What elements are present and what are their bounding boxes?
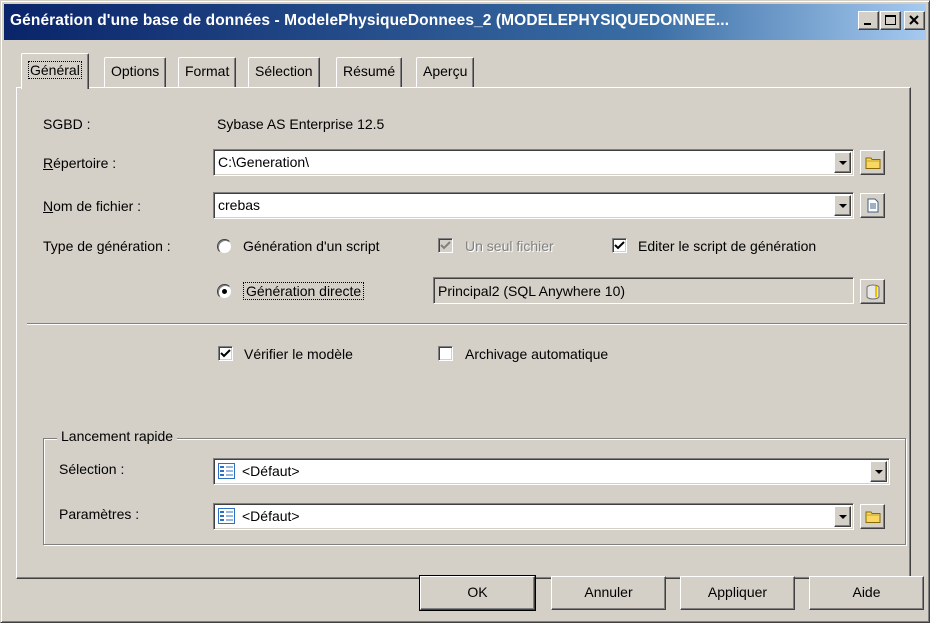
connection-value: Principal2 (SQL Anywhere 10) (438, 283, 626, 299)
folder-icon (865, 157, 881, 169)
lancement-rapide-title: Lancement rapide (57, 428, 178, 444)
nomfichier-label: Nom de fichier : (43, 198, 142, 214)
verifier-modele-checkbox[interactable] (218, 346, 233, 361)
un-seul-fichier-label: Un seul fichier (465, 238, 554, 254)
list-icon (218, 463, 235, 479)
parametres-value: <Défaut> (242, 508, 300, 524)
repertoire-label-text: épertoire : (53, 155, 117, 171)
check-icon (440, 241, 451, 250)
annuler-button[interactable]: Annuler (551, 576, 666, 610)
archivage-label: Archivage automatique (465, 346, 609, 362)
parametres-browse-button[interactable] (860, 504, 885, 529)
nomfichier-combobox[interactable]: crebas (213, 192, 854, 219)
selection-value: <Défaut> (242, 463, 300, 479)
repertoire-combobox[interactable]: C:\Generation\ (213, 149, 854, 176)
radio-generation-script[interactable] (217, 239, 232, 254)
selection-combobox[interactable]: <Défaut> (213, 458, 890, 485)
verifier-modele-label: Vérifier le modèle (244, 346, 353, 362)
appliquer-button[interactable]: Appliquer (680, 576, 795, 610)
folder-icon (865, 511, 881, 523)
ok-button[interactable]: OK (419, 575, 536, 611)
sgbd-value: Sybase AS Enterprise 12.5 (217, 116, 385, 132)
type-generation-label: Type de génération : (43, 238, 171, 254)
parametres-label: Paramètres : (59, 506, 140, 522)
repertoire-label: Répertoire : (43, 155, 117, 171)
un-seul-fichier-checkbox[interactable] (438, 238, 453, 253)
repertoire-dropdown-button[interactable] (834, 152, 851, 173)
radio-generation-directe-label[interactable]: Génération directe (243, 282, 365, 300)
repertoire-browse-button[interactable] (860, 150, 885, 175)
sgbd-label: SGBD : (43, 116, 91, 132)
separator (27, 323, 907, 325)
radio-generation-script-label[interactable]: Génération d'un script (243, 238, 380, 254)
connection-button[interactable] (860, 279, 885, 304)
connection-field: Principal2 (SQL Anywhere 10) (433, 277, 854, 304)
selection-label: Sélection : (59, 461, 125, 477)
nomfichier-label-text: om de fichier : (53, 198, 142, 214)
check-icon (614, 241, 625, 250)
aide-button[interactable]: Aide (809, 576, 924, 610)
check-icon (220, 349, 231, 358)
list-icon (218, 508, 235, 524)
nomfichier-value: crebas (218, 197, 261, 213)
editer-script-label: Editer le script de génération (638, 238, 817, 254)
repertoire-value: C:\Generation\ (218, 154, 310, 170)
parametres-combobox[interactable]: <Défaut> (213, 503, 854, 530)
editer-script-checkbox[interactable] (612, 238, 627, 253)
radio-generation-directe[interactable] (217, 284, 232, 299)
archivage-checkbox[interactable] (438, 346, 453, 361)
database-icon (866, 284, 880, 300)
dialog-window: Génération d'une base de données - Model… (0, 0, 930, 623)
selection-dropdown-button[interactable] (870, 461, 887, 482)
file-icon (867, 198, 879, 213)
nomfichier-browse-button[interactable] (860, 193, 885, 218)
parametres-dropdown-button[interactable] (834, 506, 851, 527)
nomfichier-dropdown-button[interactable] (834, 195, 851, 216)
